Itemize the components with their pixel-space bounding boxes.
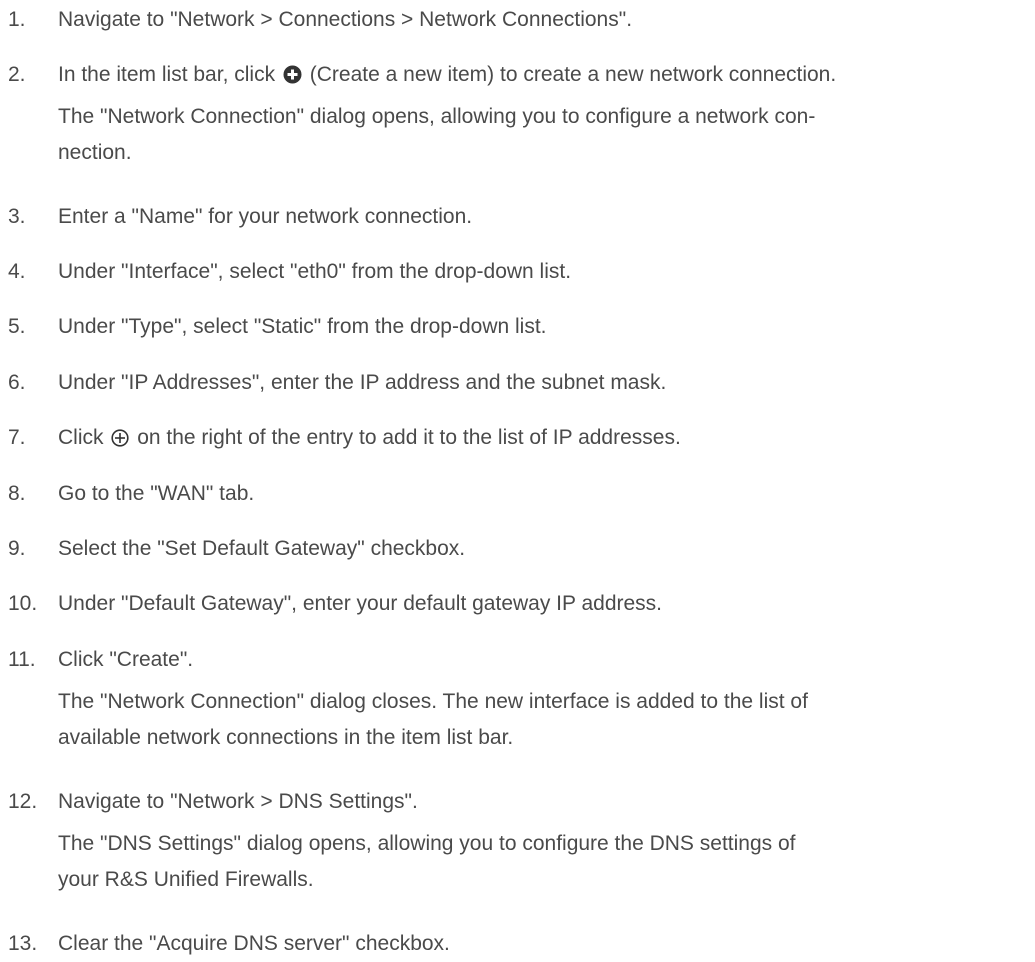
step-text: Navigate to "Network > DNS Settings". xyxy=(58,790,418,813)
step-number: 2. xyxy=(8,63,26,86)
step-2-result: The "Network Connection" dialog opens, a… xyxy=(58,105,816,164)
step-text-before-icon: Click xyxy=(58,426,104,449)
step-text: Enter a "Name" for your network connecti… xyxy=(58,205,473,228)
step-number: 4. xyxy=(8,260,26,283)
step-text: Under "IP Addresses", enter the IP addre… xyxy=(58,371,667,394)
step-text: Under "Default Gateway", enter your defa… xyxy=(58,592,663,615)
step-number: 3. xyxy=(8,205,26,228)
step-number: 8. xyxy=(8,482,26,505)
step-text: In the item list bar, click (Create a ne… xyxy=(58,57,1031,96)
step-number: 7. xyxy=(8,426,26,449)
step-number: 12. xyxy=(8,790,38,813)
step-number: 13. xyxy=(8,932,38,955)
step-text: Select the "Set Default Gateway" checkbo… xyxy=(58,537,466,560)
step-text: Under "Interface", select "eth0" from th… xyxy=(58,260,572,283)
step-number: 10. xyxy=(8,592,38,615)
step-number: 11. xyxy=(8,648,36,671)
step-number: 5. xyxy=(8,315,26,338)
step-text-after-icon: (Create a new item) to create a new netw… xyxy=(309,63,837,86)
step-number: 9. xyxy=(8,537,26,560)
step-text: Click on the right of the entry to add i… xyxy=(58,420,1031,459)
plus-circle-outline-icon xyxy=(111,423,129,459)
step-text: Navigate to "Network > Connections > Net… xyxy=(58,8,633,31)
step-text-after-icon: on the right of the entry to add it to t… xyxy=(137,426,681,449)
step-number: 6. xyxy=(8,371,26,394)
step-11-result: The "Network Connection" dialog closes. … xyxy=(58,690,808,749)
step-text: Clear the "Acquire DNS server" checkbox. xyxy=(58,932,450,955)
step-text: Go to the "WAN" tab. xyxy=(58,482,255,505)
step-text-before-icon: In the item list bar, click xyxy=(58,63,276,86)
plus-circle-filled-icon xyxy=(283,60,302,96)
step-12-result: The "DNS Settings" dialog opens, allowin… xyxy=(58,832,796,891)
step-text: Click "Create". xyxy=(58,648,194,671)
step-text: Under "Type", select "Static" from the d… xyxy=(58,315,547,338)
step-number: 1. xyxy=(8,8,26,31)
